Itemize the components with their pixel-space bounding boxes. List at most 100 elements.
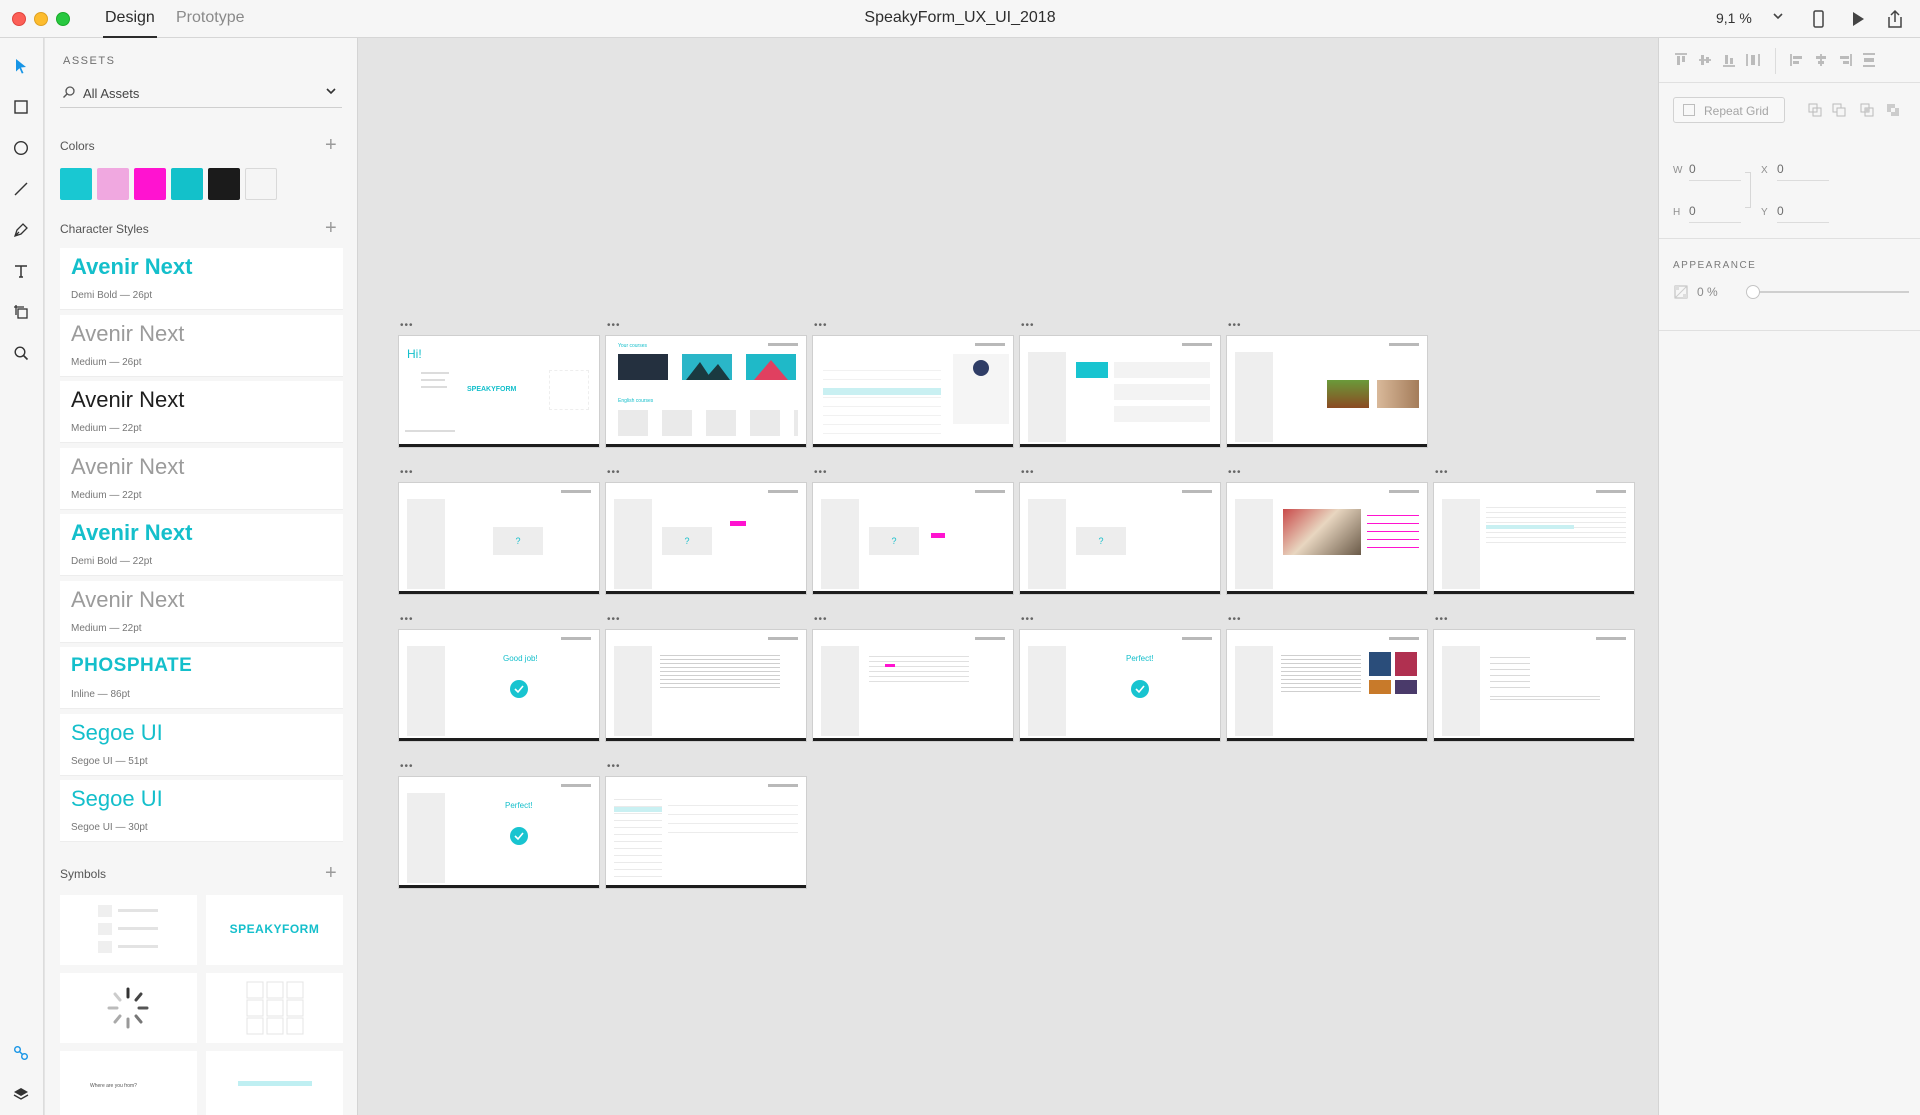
align-bottom-icon[interactable] xyxy=(1721,52,1737,68)
character-style-card[interactable]: Avenir Next Medium — 22pt xyxy=(60,580,343,643)
artboard-quiz-1[interactable]: ? xyxy=(398,482,600,595)
canvas[interactable]: ••• Hi! SPEAKYFORM ••• Your courses Engl… xyxy=(359,38,1657,1115)
device-preview-icon[interactable] xyxy=(1807,8,1829,30)
artboard-good-job[interactable]: Good job! xyxy=(398,629,600,742)
artboard-menu-icon[interactable]: ••• xyxy=(814,615,828,625)
artboard-words[interactable] xyxy=(1019,335,1221,448)
character-style-card[interactable]: Segoe UI Segoe UI — 30pt xyxy=(60,780,343,842)
character-style-card[interactable]: Segoe UI Segoe UI — 51pt xyxy=(60,713,343,776)
x-field[interactable]: 0 xyxy=(1777,162,1829,181)
artboard-article-drag[interactable] xyxy=(812,629,1014,742)
artboard-article-images[interactable] xyxy=(1226,629,1428,742)
symbol-question[interactable]: Where are you from? xyxy=(60,1051,197,1115)
artboard-menu-icon[interactable]: ••• xyxy=(1435,468,1449,478)
ellipse-tool-icon[interactable] xyxy=(10,137,32,159)
symbol-bar[interactable] xyxy=(206,1051,343,1115)
share-icon[interactable] xyxy=(1884,8,1906,30)
artboard-menu-icon[interactable]: ••• xyxy=(607,468,621,478)
zoom-level[interactable]: 9,1 % xyxy=(1716,10,1752,26)
character-style-card[interactable]: Avenir Next Medium — 22pt xyxy=(60,447,343,510)
minimize-window-button[interactable] xyxy=(34,12,48,26)
artboard-photos[interactable] xyxy=(1226,335,1428,448)
chevron-down-icon[interactable] xyxy=(1770,8,1786,24)
color-swatch[interactable] xyxy=(60,168,92,200)
artboard-menu-icon[interactable]: ••• xyxy=(1021,615,1035,625)
character-style-card[interactable]: Avenir Next Medium — 22pt xyxy=(60,381,343,443)
artboard-perfect-2[interactable]: Perfect! xyxy=(398,776,600,889)
artboard-menu-icon[interactable]: ••• xyxy=(400,615,414,625)
opacity-slider-track[interactable] xyxy=(1749,291,1909,293)
character-style-card[interactable]: PHOSPHATE Inline — 86pt xyxy=(60,647,343,709)
zoom-tool-icon[interactable] xyxy=(10,342,32,364)
character-style-card[interactable]: Avenir Next Medium — 26pt xyxy=(60,314,343,377)
repeat-grid-button[interactable]: Repeat Grid xyxy=(1673,97,1785,123)
artboard-menu-icon[interactable]: ••• xyxy=(607,615,621,625)
add-color-icon[interactable]: + xyxy=(325,135,337,155)
artboard-menu-icon[interactable]: ••• xyxy=(1021,321,1035,331)
width-field[interactable]: 0 xyxy=(1689,162,1741,181)
color-swatch[interactable] xyxy=(245,168,277,200)
color-swatch[interactable] xyxy=(208,168,240,200)
boolean-subtract-icon[interactable] xyxy=(1831,102,1847,118)
artboard-menu-icon[interactable]: ••• xyxy=(400,468,414,478)
artboard-table[interactable] xyxy=(605,776,807,889)
artboard-article[interactable] xyxy=(605,629,807,742)
artboard-menu-icon[interactable]: ••• xyxy=(1228,615,1242,625)
character-style-card[interactable]: Avenir Next Demi Bold — 26pt xyxy=(60,248,343,310)
boolean-exclude-icon[interactable] xyxy=(1885,102,1901,118)
artboard-menu-icon[interactable]: ••• xyxy=(814,468,828,478)
text-tool-icon[interactable] xyxy=(10,260,32,282)
align-left-icon[interactable] xyxy=(1789,52,1805,68)
artboard-menu-icon[interactable]: ••• xyxy=(1435,615,1449,625)
symbol-grid[interactable] xyxy=(206,973,343,1043)
opacity-value[interactable]: 0 % xyxy=(1697,285,1718,299)
artboard-quiz-2[interactable]: ? xyxy=(605,482,807,595)
rectangle-tool-icon[interactable] xyxy=(10,96,32,118)
chevron-down-icon[interactable] xyxy=(324,84,338,98)
boolean-intersect-icon[interactable] xyxy=(1859,102,1875,118)
line-tool-icon[interactable] xyxy=(10,178,32,200)
artboard-menu-icon[interactable]: ••• xyxy=(814,321,828,331)
artboard-welcome[interactable]: Hi! SPEAKYFORM xyxy=(398,335,600,448)
lock-aspect-bracket[interactable] xyxy=(1745,172,1751,208)
artboard-menu-icon[interactable]: ••• xyxy=(400,321,414,331)
assets-filter[interactable]: All Assets xyxy=(60,80,342,108)
artboard-courses[interactable]: Your courses English courses xyxy=(605,335,807,448)
tab-prototype[interactable]: Prototype xyxy=(176,8,244,38)
character-style-card[interactable]: Avenir Next Demi Bold — 22pt xyxy=(60,514,343,576)
distribute-vertical-icon[interactable] xyxy=(1745,52,1761,68)
artboard-menu-icon[interactable]: ••• xyxy=(607,321,621,331)
color-swatch[interactable] xyxy=(134,168,166,200)
artboard-menu-icon[interactable]: ••• xyxy=(400,762,414,772)
artboard-menu-icon[interactable]: ••• xyxy=(1021,468,1035,478)
align-center-icon[interactable] xyxy=(1813,52,1829,68)
align-top-icon[interactable] xyxy=(1673,52,1689,68)
color-swatch[interactable] xyxy=(171,168,203,200)
artboard-lessons[interactable] xyxy=(812,335,1014,448)
artboard-list-check[interactable] xyxy=(1433,482,1635,595)
align-middle-icon[interactable] xyxy=(1697,52,1713,68)
tab-design[interactable]: Design xyxy=(103,8,157,38)
artboard-quiz-3[interactable]: ? xyxy=(812,482,1014,595)
opacity-slider-handle[interactable] xyxy=(1746,285,1760,299)
artboard-tool-icon[interactable] xyxy=(10,301,32,323)
pen-tool-icon[interactable] xyxy=(10,219,32,241)
artboard-menu-icon[interactable]: ••• xyxy=(607,762,621,772)
y-field[interactable]: 0 xyxy=(1777,204,1829,223)
symbol-logo[interactable]: SPEAKYFORM xyxy=(206,895,343,965)
artboard-perfect-1[interactable]: Perfect! xyxy=(1019,629,1221,742)
artboard-photo-quiz[interactable] xyxy=(1226,482,1428,595)
add-character-style-icon[interactable]: + xyxy=(325,218,337,238)
select-tool-icon[interactable] xyxy=(10,55,32,77)
play-icon[interactable] xyxy=(1846,8,1868,30)
symbol-spinner[interactable] xyxy=(60,973,197,1043)
artboard-quiz-4[interactable]: ? xyxy=(1019,482,1221,595)
plugins-icon[interactable] xyxy=(10,1042,32,1064)
height-field[interactable]: 0 xyxy=(1689,204,1741,223)
zoom-window-button[interactable] xyxy=(56,12,70,26)
artboard-checklist[interactable] xyxy=(1433,629,1635,742)
color-swatch[interactable] xyxy=(97,168,129,200)
artboard-menu-icon[interactable]: ••• xyxy=(1228,321,1242,331)
artboard-menu-icon[interactable]: ••• xyxy=(1228,468,1242,478)
layers-icon[interactable] xyxy=(10,1083,32,1105)
